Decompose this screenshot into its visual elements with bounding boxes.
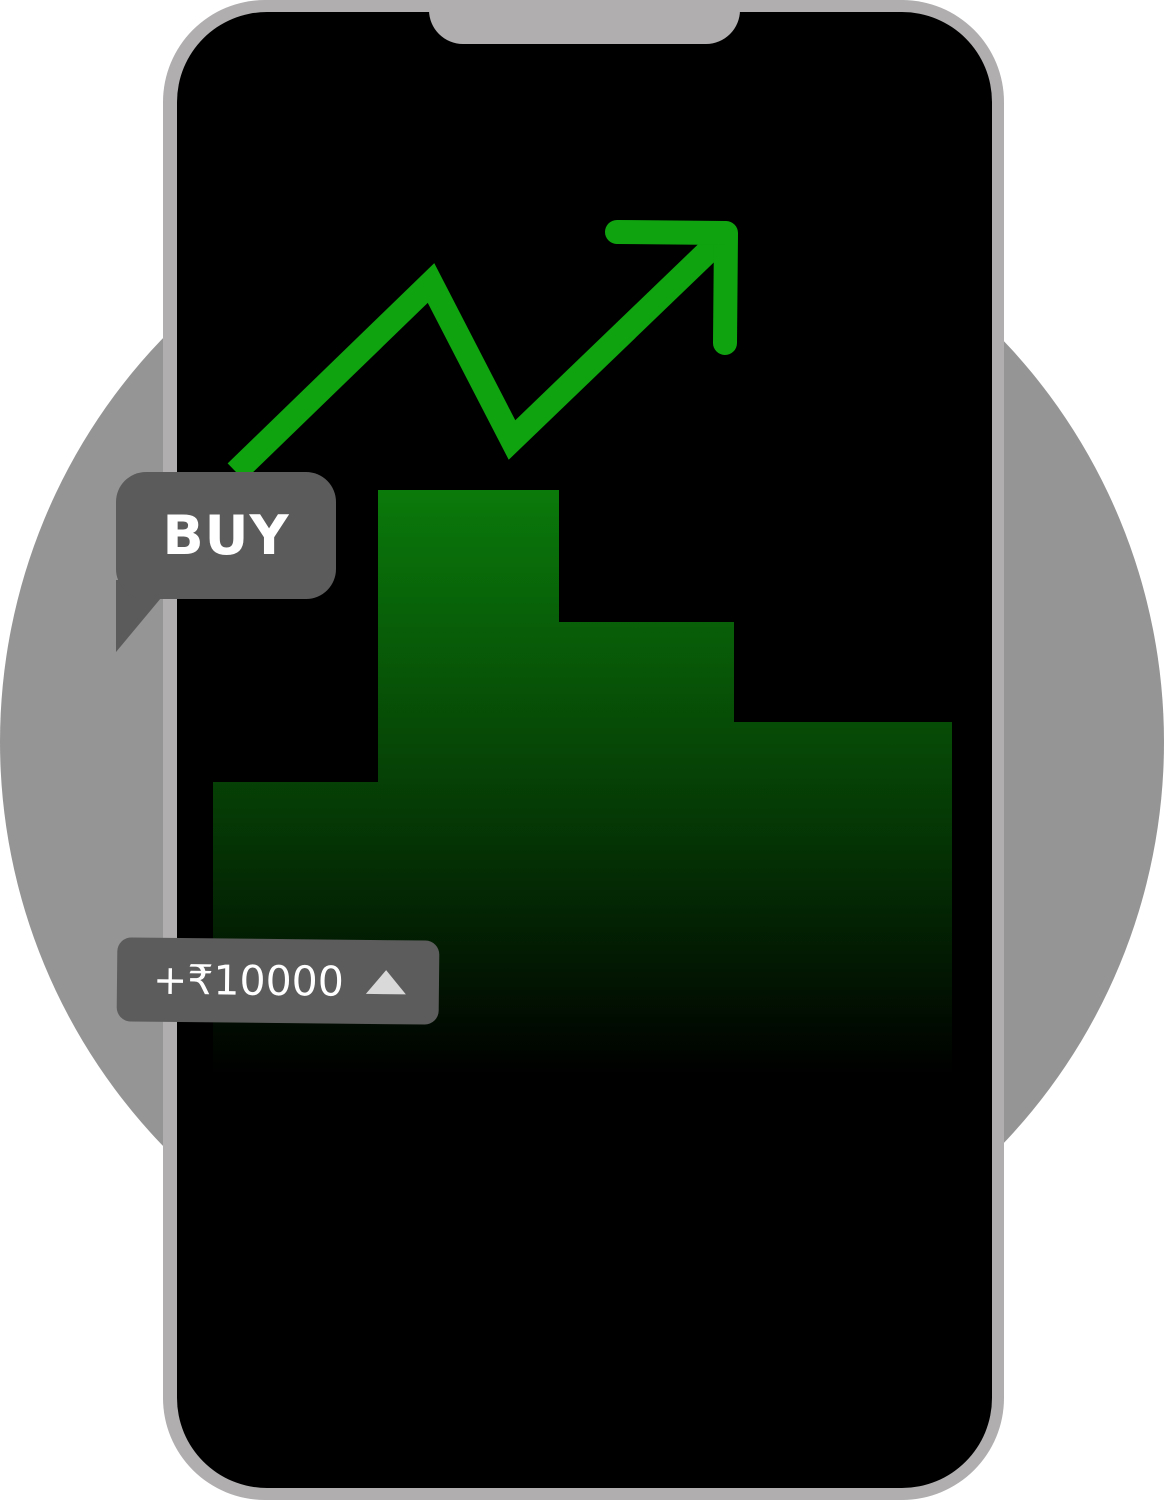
gain-value: +₹10000 — [152, 955, 345, 1006]
triangle-up-icon — [365, 969, 406, 995]
trend-up-arrow-icon — [227, 220, 738, 481]
gain-badge: +₹10000 — [116, 937, 440, 1025]
buy-badge-label: BUY — [162, 504, 290, 567]
illustration: BUY +₹10000 — [0, 0, 1164, 1500]
growth-graphic — [213, 220, 952, 1075]
